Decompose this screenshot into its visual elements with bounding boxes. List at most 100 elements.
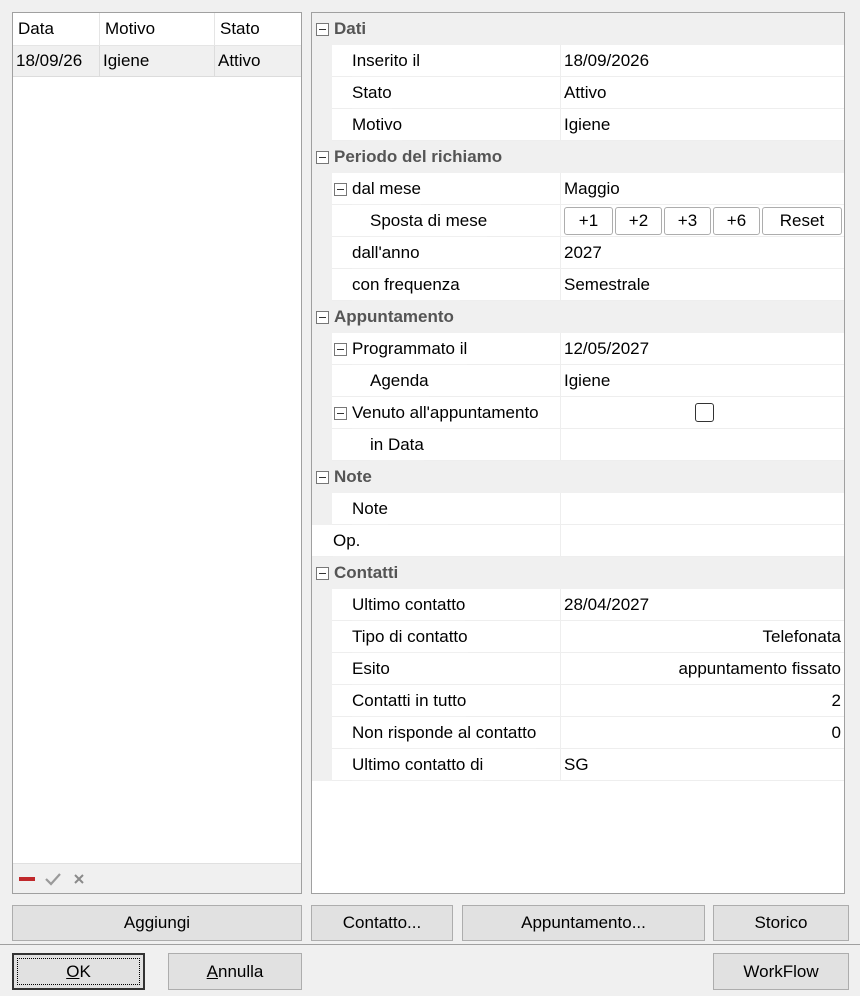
property-row[interactable]: con frequenza Semestrale [312,269,844,301]
property-row[interactable]: Non risponde al contatto 0 [312,717,844,749]
property-label: dall'anno [352,237,420,269]
list-header: Data Motivo Stato [13,13,301,46]
cancel-button[interactable] [67,867,91,891]
property-label: Esito [352,653,390,685]
esito-value[interactable]: appuntamento fissato [561,653,844,685]
property-row[interactable]: Contatti in tutto 2 [312,685,844,717]
op-value[interactable] [561,525,844,557]
ultimo-contatto-di-value[interactable]: SG [561,749,844,781]
venuto-checkbox[interactable] [694,403,714,422]
category-periodo[interactable]: Periodo del richiamo [312,141,844,173]
collapse-box-icon[interactable] [316,23,329,36]
collapse-box-icon[interactable] [334,343,347,356]
property-label: Agenda [370,365,429,397]
property-row[interactable]: Motivo Igiene [312,109,844,141]
x-icon [74,874,84,884]
category-title: Dati [334,19,367,38]
property-label: Ultimo contatto [352,589,466,621]
property-row[interactable]: Op. [312,525,844,557]
property-row[interactable]: dall'anno 2027 [312,237,844,269]
column-label: Motivo [105,19,156,38]
property-label: Op. [333,525,361,557]
collapse-box-icon[interactable] [316,471,329,484]
property-row[interactable]: Note [312,493,844,525]
plus-1-button[interactable]: +1 [564,207,613,235]
storico-button[interactable]: Storico [713,905,849,941]
plus-6-button[interactable]: +6 [713,207,760,235]
property-row[interactable]: Stato Attivo [312,77,844,109]
note-value[interactable] [561,493,844,525]
reset-button[interactable]: Reset [762,207,842,235]
ultimo-contatto-value[interactable]: 28/04/2027 [561,589,844,621]
property-label: Motivo [352,109,403,141]
property-row[interactable]: Inserito il 18/09/2026 [312,45,844,77]
indata-value[interactable] [561,429,844,461]
plus-3-button[interactable]: +3 [664,207,711,235]
category-contatti[interactable]: Contatti [312,557,844,589]
property-row[interactable]: in Data [312,429,844,461]
property-label: con frequenza [352,269,460,301]
property-row[interactable]: Tipo di contatto Telefonata [312,621,844,653]
property-row: Sposta di mese +1 +2 +3 +6 Reset [312,205,844,237]
programmato-value[interactable]: 12/05/2027 [561,333,844,365]
reminder-list[interactable]: Data Motivo Stato 18/09/26 Igiene Attivo [12,12,302,894]
category-note[interactable]: Note [312,461,844,493]
minus-icon [19,877,35,881]
delete-button[interactable] [15,867,39,891]
workflow-button[interactable]: WorkFlow [713,953,849,990]
property-label: Stato [352,77,392,109]
list-row[interactable]: 18/09/26 Igiene Attivo [13,46,301,77]
motivo-value[interactable]: Igiene [561,109,844,141]
annulla-label: Annulla [207,962,264,982]
property-row[interactable]: Esito appuntamento fissato [312,653,844,685]
property-row[interactable]: Programmato il 12/05/2027 [312,333,844,365]
collapse-box-icon[interactable] [316,151,329,164]
property-label: in Data [370,429,424,461]
annulla-button[interactable]: Annulla [168,953,302,990]
column-header-stato[interactable]: Stato [215,13,301,45]
category-appuntamento[interactable]: Appuntamento [312,301,844,333]
frequenza-value[interactable]: Semestrale [561,269,844,301]
ok-button[interactable]: OK [12,953,145,990]
non-risponde-value[interactable]: 0 [561,717,844,749]
property-label: dal mese [352,173,421,205]
property-row[interactable]: Ultimo contatto 28/04/2027 [312,589,844,621]
confirm-button[interactable] [41,867,65,891]
property-label: Contatti in tutto [352,685,467,717]
focus-rect [17,958,140,985]
collapse-box-icon[interactable] [316,567,329,580]
contatto-button[interactable]: Contatto... [311,905,453,941]
property-row[interactable]: Ultimo contatto di SG [312,749,844,781]
collapse-box-icon[interactable] [334,183,347,196]
column-header-motivo[interactable]: Motivo [100,13,215,45]
plus-2-button[interactable]: +2 [615,207,662,235]
category-title: Periodo del richiamo [334,147,503,166]
property-label: Note [352,493,388,525]
anno-value[interactable]: 2027 [561,237,844,269]
property-label: Non risponde al contatto [352,717,537,749]
venuto-value [561,397,844,429]
property-row[interactable]: dal mese Maggio [312,173,844,205]
collapse-box-icon[interactable] [316,311,329,324]
stato-value[interactable]: Attivo [561,77,844,109]
property-grid: Dati Inserito il 18/09/2026 Stato Attivo… [311,12,845,894]
aggiungi-button[interactable]: Aggiungi [12,905,302,941]
cell-motivo: Igiene [100,46,215,76]
property-row[interactable]: Agenda Igiene [312,365,844,397]
inserito-value[interactable]: 18/09/2026 [561,45,844,77]
category-title: Note [334,467,372,486]
contatti-in-tutto-value[interactable]: 2 [561,685,844,717]
column-label: Data [18,19,54,38]
column-header-data[interactable]: Data [13,13,100,45]
collapse-box-icon[interactable] [334,407,347,420]
sposta-value: +1 +2 +3 +6 Reset [561,205,844,237]
separator [0,944,860,945]
appuntamento-button[interactable]: Appuntamento... [462,905,705,941]
tipo-contatto-value[interactable]: Telefonata [561,621,844,653]
property-row[interactable]: Venuto all'appuntamento [312,397,844,429]
category-dati[interactable]: Dati [312,13,844,45]
mese-value[interactable]: Maggio [561,173,844,205]
agenda-value[interactable]: Igiene [561,365,844,397]
property-label: Tipo di contatto [352,621,468,653]
cell-stato: Attivo [218,51,261,70]
